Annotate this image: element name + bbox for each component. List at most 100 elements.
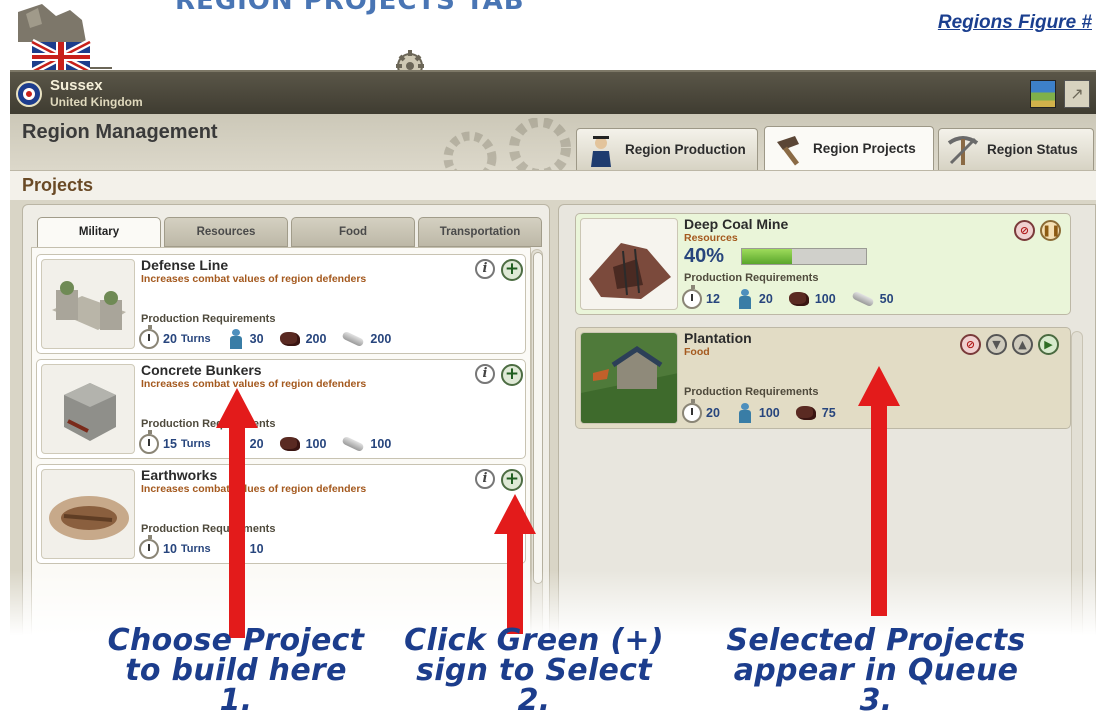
roundel-icon bbox=[16, 81, 42, 107]
production-requirements-label: Production Requirements bbox=[684, 272, 819, 284]
region-country: United Kingdom bbox=[50, 95, 143, 109]
category-tab-food[interactable]: Food bbox=[291, 217, 415, 247]
red-arrow-2-icon bbox=[494, 494, 536, 634]
worker-icon bbox=[736, 289, 754, 309]
workers-value: 30 bbox=[249, 332, 264, 346]
coal-icon bbox=[795, 406, 816, 420]
annotation-line: 1. bbox=[219, 683, 253, 715]
coal-icon bbox=[279, 332, 300, 346]
add-project-button[interactable]: + bbox=[501, 364, 523, 386]
turns-value: 12 bbox=[706, 292, 720, 306]
pillbox-image-icon bbox=[64, 383, 116, 441]
turns-unit: Turns bbox=[180, 438, 211, 450]
tab-region-production[interactable]: Region Production bbox=[576, 128, 758, 170]
progress-bar bbox=[741, 248, 867, 265]
coal-icon bbox=[279, 437, 300, 451]
red-arrow-1-icon bbox=[216, 388, 258, 638]
category-tab-transportation[interactable]: Transportation bbox=[418, 217, 542, 247]
earthworks-thumbnail bbox=[41, 469, 135, 559]
farm-image-icon bbox=[581, 333, 677, 423]
hammer-icon bbox=[777, 135, 799, 165]
tab-region-status[interactable]: Region Status bbox=[938, 128, 1094, 170]
turns-value: 20 bbox=[706, 406, 720, 420]
category-tab-resources[interactable]: Resources bbox=[164, 217, 288, 247]
defense-line-thumbnail bbox=[41, 259, 135, 349]
concrete-bunkers-thumbnail bbox=[41, 364, 135, 454]
annotation-line: Click Green (+) bbox=[404, 623, 664, 658]
workers-value: 100 bbox=[758, 406, 780, 420]
tab-label: Region Status bbox=[987, 142, 1078, 157]
soldier-icon bbox=[591, 135, 611, 167]
progress-percent: 40% bbox=[684, 245, 725, 267]
red-arrow-3-icon bbox=[858, 366, 900, 616]
annotation-step-2: Click Green (+) sign to Select 2. bbox=[394, 626, 674, 715]
cancel-project-button[interactable]: ⊘ bbox=[960, 334, 981, 355]
queue-item-category: Food bbox=[684, 346, 710, 358]
bunker-image-icon bbox=[52, 281, 126, 330]
annotation-line: appear in Queue bbox=[733, 653, 1019, 688]
progress-bar-fill bbox=[742, 249, 792, 264]
clock-icon bbox=[139, 535, 159, 559]
workers-value: 20 bbox=[758, 292, 773, 306]
map-view-button[interactable] bbox=[1030, 80, 1056, 108]
info-button[interactable]: i bbox=[475, 469, 495, 489]
annotation-line: Choose Project bbox=[107, 623, 365, 658]
region-name: Sussex bbox=[50, 77, 103, 94]
coal-value: 75 bbox=[821, 406, 836, 420]
panel-header: Region Management Region Production Regi… bbox=[10, 114, 1096, 170]
project-name: Defense Line bbox=[141, 257, 229, 273]
gears-decoration-icon bbox=[443, 118, 571, 170]
info-button[interactable]: i bbox=[475, 259, 495, 279]
coal-value: 200 bbox=[305, 332, 327, 346]
start-project-button[interactable]: ▶ bbox=[1038, 334, 1059, 355]
clock-icon bbox=[139, 325, 159, 349]
queue-item-plantation[interactable]: Plantation Food Production Requirements … bbox=[575, 327, 1071, 429]
steel-icon bbox=[851, 290, 875, 308]
category-tab-military[interactable]: Military bbox=[37, 217, 161, 249]
nation-flag-emblem bbox=[18, 4, 112, 72]
panel-title: Region Management bbox=[22, 121, 218, 143]
info-button[interactable]: i bbox=[475, 364, 495, 384]
requirements-row: 20 100 75 bbox=[682, 399, 852, 423]
annotation-line: 2. bbox=[517, 683, 551, 715]
worker-icon bbox=[227, 329, 245, 349]
requirements-row: 12 20 100 50 bbox=[682, 285, 910, 309]
banner-title: REGION PROJECTS TAB bbox=[175, 0, 525, 16]
trench-image-icon bbox=[49, 496, 129, 540]
project-card-earthworks[interactable]: Earthworks Increases combat values of re… bbox=[36, 464, 526, 564]
project-name: Concrete Bunkers bbox=[141, 362, 262, 378]
worker-icon bbox=[736, 403, 754, 423]
queue-item-deep-coal-mine[interactable]: Deep Coal Mine Resources 40% Production … bbox=[575, 213, 1071, 315]
region-title-bar: Sussex United Kingdom ↗ bbox=[10, 70, 1096, 114]
queue-item-category: Resources bbox=[684, 232, 738, 244]
pause-project-button[interactable]: ❚❚ bbox=[1040, 220, 1061, 241]
turns-unit: Turns bbox=[180, 543, 211, 555]
steel-value: 200 bbox=[370, 332, 392, 346]
tab-region-projects[interactable]: Region Projects bbox=[764, 126, 934, 170]
queue-item-name: Plantation bbox=[684, 330, 752, 346]
steel-icon bbox=[341, 330, 366, 348]
turns-value: 15 bbox=[163, 437, 177, 451]
production-requirements-label: Production Requirements bbox=[141, 313, 276, 325]
screenshot-root: REGION PROJECTS TAB Regions Figure # Sus… bbox=[0, 0, 1096, 715]
cancel-project-button[interactable]: ⊘ bbox=[1014, 220, 1035, 241]
move-up-button[interactable]: ▲ bbox=[1012, 334, 1033, 355]
tab-label: Region Production bbox=[625, 142, 746, 157]
requirements-row: 20 Turns 30 200 200 bbox=[139, 325, 407, 349]
edit-icon[interactable]: ↗ bbox=[1064, 80, 1090, 108]
coal-value: 100 bbox=[814, 292, 836, 306]
annotation-step-1: Choose Project to build here 1. bbox=[96, 626, 376, 715]
production-requirements-label: Production Requirements bbox=[684, 386, 819, 398]
clock-icon bbox=[682, 399, 702, 423]
project-card-defense-line[interactable]: Defense Line Increases combat values of … bbox=[36, 254, 526, 354]
add-project-button[interactable]: + bbox=[501, 469, 523, 491]
annotation-line: sign to Select bbox=[416, 653, 652, 688]
add-project-button[interactable]: + bbox=[501, 259, 523, 281]
turns-value: 20 bbox=[163, 332, 177, 346]
mine-image-icon bbox=[589, 243, 671, 299]
requirements-row: 15 Turns 20 100 100 bbox=[139, 430, 407, 454]
project-name: Earthworks bbox=[141, 467, 218, 483]
move-down-button[interactable]: ▼ bbox=[986, 334, 1007, 355]
tab-label: Region Projects bbox=[813, 141, 916, 156]
project-card-concrete-bunkers[interactable]: Concrete Bunkers Increases combat values… bbox=[36, 359, 526, 459]
